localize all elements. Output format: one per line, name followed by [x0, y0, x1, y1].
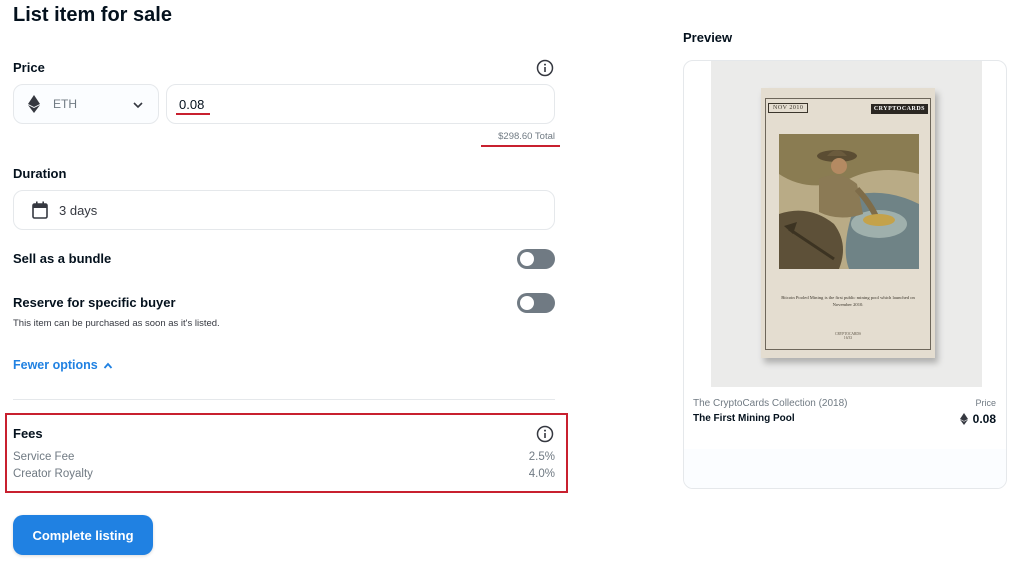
fewer-options-link[interactable]: Fewer options — [13, 358, 113, 372]
price-label: Price — [13, 60, 45, 75]
card-brand: CRYPTOCARDS — [870, 104, 928, 114]
chevron-down-icon — [132, 98, 144, 110]
eth-icon — [959, 413, 968, 425]
fees-title: Fees — [13, 426, 43, 441]
reserve-toggle[interactable] — [517, 293, 555, 313]
service-fee-value: 2.5% — [528, 451, 555, 463]
preview-price-label: Price — [975, 398, 996, 408]
reserve-sublabel: This item can be purchased as soon as it… — [13, 318, 220, 329]
price-info-icon[interactable] — [536, 59, 554, 77]
price-input-value: 0.08 — [179, 96, 205, 112]
currency-label: ETH — [53, 97, 77, 111]
card-caption: Bitcoin Pooled Mining is the first publi… — [781, 295, 915, 308]
item-name: The First Mining Pool — [693, 413, 795, 424]
bundle-label: Sell as a bundle — [13, 251, 112, 266]
calendar-icon — [32, 201, 48, 219]
complete-listing-button[interactable]: Complete listing — [13, 515, 153, 555]
fewer-options-label: Fewer options — [13, 358, 98, 372]
chevron-up-icon — [103, 360, 113, 370]
creator-royalty-value: 4.0% — [528, 468, 555, 480]
fees-info-icon[interactable] — [536, 425, 554, 443]
duration-picker[interactable]: 3 days — [13, 190, 555, 230]
preview-price-value: 0.08 — [972, 412, 996, 426]
total-highlight-underline — [481, 145, 560, 147]
card-footer-text: CRYPTOCARDS 16/33 — [761, 332, 935, 340]
currency-select[interactable]: ETH — [13, 84, 159, 124]
nft-card-image: NOV 2010 CRYPTOCARDS Bitcoin Pooled Mini… — [761, 88, 935, 358]
creator-royalty-label: Creator Royalty — [13, 468, 93, 480]
preview-image: NOV 2010 CRYPTOCARDS Bitcoin Pooled Mini… — [711, 61, 982, 387]
page-title: List item for sale — [13, 4, 172, 26]
card-date: NOV 2010 — [768, 103, 809, 113]
eth-icon — [28, 95, 40, 113]
prospector-illustration — [779, 134, 919, 269]
preview-title: Preview — [683, 30, 733, 45]
preview-card-footer — [684, 449, 1006, 488]
price-highlight-underline — [176, 113, 210, 115]
toggle-knob — [520, 252, 534, 266]
service-fee-label: Service Fee — [13, 451, 75, 463]
divider — [13, 399, 555, 400]
duration-value: 3 days — [59, 202, 98, 218]
preview-card[interactable]: NOV 2010 CRYPTOCARDS Bitcoin Pooled Mini… — [683, 60, 1007, 489]
reserve-label: Reserve for specific buyer — [13, 295, 176, 310]
collection-name[interactable]: The CryptoCards Collection (2018) — [693, 398, 848, 409]
price-input[interactable]: 0.08 — [166, 84, 555, 124]
duration-label: Duration — [13, 166, 67, 181]
price-total: $298.60 Total — [498, 131, 555, 142]
preview-price: 0.08 — [959, 412, 996, 426]
bundle-toggle[interactable] — [517, 249, 555, 269]
card-number: 16/33 — [843, 336, 853, 340]
toggle-knob — [520, 296, 534, 310]
